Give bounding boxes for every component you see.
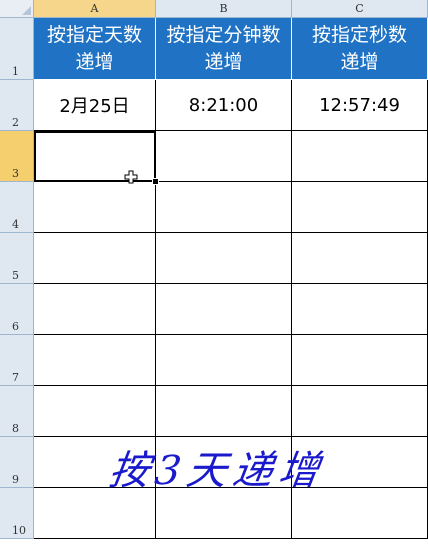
row-header-7[interactable]: 7 bbox=[0, 335, 34, 386]
row-header-3[interactable]: 3 bbox=[0, 131, 34, 182]
row-header-9[interactable]: 9 bbox=[0, 437, 34, 488]
cell-b7[interactable] bbox=[156, 335, 292, 386]
cell-b6[interactable] bbox=[156, 284, 292, 335]
cell-c8[interactable] bbox=[292, 386, 428, 437]
select-all-corner[interactable] bbox=[0, 0, 34, 18]
cell-c1[interactable]: 按指定秒数递增 bbox=[292, 18, 428, 80]
cross-cursor-icon bbox=[124, 170, 138, 184]
cell-b4[interactable] bbox=[156, 182, 292, 233]
cell-c1-text: 按指定秒数递增 bbox=[311, 23, 407, 73]
cell-a1-text: 按指定天数递增 bbox=[46, 23, 142, 73]
cell-a4[interactable] bbox=[34, 182, 156, 233]
row-header-1[interactable]: 1 bbox=[0, 18, 34, 80]
cell-a10[interactable] bbox=[34, 488, 156, 539]
cell-a6[interactable] bbox=[34, 284, 156, 335]
cell-c6[interactable] bbox=[292, 284, 428, 335]
column-header-c[interactable]: C bbox=[292, 0, 428, 18]
row-header-10[interactable]: 10 bbox=[0, 488, 34, 539]
cell-a8[interactable] bbox=[34, 386, 156, 437]
cell-c2[interactable]: 12:57:49 bbox=[292, 80, 428, 131]
cell-c4[interactable] bbox=[292, 182, 428, 233]
cell-b1[interactable]: 按指定分钟数递增 bbox=[156, 18, 292, 80]
fill-handle[interactable] bbox=[152, 178, 159, 185]
cell-b8[interactable] bbox=[156, 386, 292, 437]
cell-b2[interactable]: 8:21:00 bbox=[156, 80, 292, 131]
cell-c2-text: 12:57:49 bbox=[319, 94, 400, 116]
row-header-2[interactable]: 2 bbox=[0, 80, 34, 131]
cell-c10[interactable] bbox=[292, 488, 428, 539]
cell-c3[interactable] bbox=[292, 131, 428, 182]
row-header-6[interactable]: 6 bbox=[0, 284, 34, 335]
cell-b10[interactable] bbox=[156, 488, 292, 539]
cell-a1[interactable]: 按指定天数递增 bbox=[34, 18, 156, 80]
cell-b5[interactable] bbox=[156, 233, 292, 284]
handwritten-annotation: 按3天递增 bbox=[106, 448, 328, 494]
column-header-b[interactable]: B bbox=[156, 0, 292, 18]
cell-a2[interactable]: 2月25日 bbox=[34, 80, 156, 131]
cell-a5[interactable] bbox=[34, 233, 156, 284]
column-header-a[interactable]: A bbox=[34, 0, 156, 18]
cell-c5[interactable] bbox=[292, 233, 428, 284]
cell-b3[interactable] bbox=[156, 131, 292, 182]
cell-b2-text: 8:21:00 bbox=[188, 94, 259, 116]
cell-a2-text: 2月25日 bbox=[59, 96, 130, 117]
row-header-4[interactable]: 4 bbox=[0, 182, 34, 233]
cell-b1-text: 按指定分钟数递增 bbox=[166, 23, 281, 73]
row-header-5[interactable]: 5 bbox=[0, 233, 34, 284]
cell-a7[interactable] bbox=[34, 335, 156, 386]
row-header-8[interactable]: 8 bbox=[0, 386, 34, 437]
cell-c7[interactable] bbox=[292, 335, 428, 386]
select-all-triangle-icon bbox=[22, 6, 31, 15]
spreadsheet: A B C 1 2 3 4 5 6 7 8 9 10 按指定天数递增 按指定分钟… bbox=[0, 0, 428, 544]
